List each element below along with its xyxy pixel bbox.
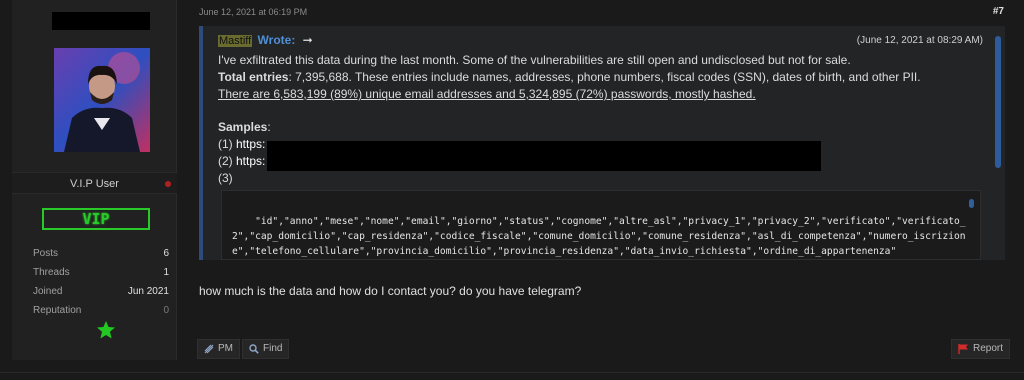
pm-button[interactable]: PM [197,339,240,359]
quote-total-entries: Total entries: 7,395,688. These entries … [218,69,983,86]
quote-text-line: I've exfiltrated this data during the la… [218,53,851,67]
quote-wrote-label: Wrote: [257,33,296,47]
samples-label: Samples [218,120,268,134]
avatar[interactable] [54,48,150,152]
code-scrollbar[interactable] [969,199,974,208]
post-date: June 12, 2021 at 06:19 PM [199,7,308,17]
vip-badge: VIP [42,208,150,230]
redacted-username [52,12,150,30]
samples-colon: : [267,120,271,134]
sample-1-link[interactable]: https: [236,137,265,151]
user-stats: Posts 6 Threads 1 Joined Jun 2021 Reputa… [33,247,169,323]
stat-label: Threads [33,267,70,278]
star-icon [96,320,116,340]
samples-heading: Samples: [218,119,983,136]
stat-value: Jun 2021 [127,286,169,297]
redacted-sample-links [267,141,821,171]
post-number-link[interactable]: #7 [993,6,1004,17]
code-block[interactable]: "id","anno","mese","nome","email","giorn… [221,190,981,260]
total-entries-label: Total entries [218,70,289,84]
pm-label: PM [218,343,233,354]
pm-icon [204,344,214,354]
offline-status-dot [165,181,171,187]
report-label: Report [973,343,1004,354]
stat-label: Joined [33,286,63,297]
stat-value: 1 [163,267,169,278]
jump-to-post-icon[interactable]: ➞ [303,33,313,47]
sample-1-prefix: (1) [218,137,236,151]
quote-block: Mastiff Wrote: ➞ (June 12, 2021 at 08:29… [199,26,1005,260]
sample-2-prefix: (2) [218,154,236,168]
stat-threads: Threads 1 [33,266,169,285]
user-role: V.I.P User [70,178,119,190]
total-entries-text: : 7,395,688. These entries include names… [288,70,921,84]
user-panel: V.I.P User VIP Posts 6 Threads 1 Joined … [12,0,177,360]
sample-3: (3) [218,171,233,185]
find-button[interactable]: Find [242,339,290,359]
stat-label: Posts [33,248,59,259]
user-role-row: V.I.P User [12,172,177,194]
report-button[interactable]: Report [951,339,1011,359]
quote-scrollbar[interactable] [995,36,1001,168]
stat-joined: Joined Jun 2021 [33,285,169,304]
divider [0,372,1024,373]
quote-date: (June 12, 2021 at 08:29 AM) [856,35,983,46]
search-icon [249,344,259,354]
quote-header: Mastiff Wrote: ➞ (June 12, 2021 at 08:29… [218,32,983,50]
stat-value: 0 [163,305,169,316]
code-content: "id","anno","mese","nome","email","giorn… [232,216,966,257]
find-label: Find [263,343,283,354]
post-reply-text: how much is the data and how do I contac… [199,284,582,298]
quote-email-stats: There are 6,583,199 (89%) unique email a… [218,87,756,101]
quote-author[interactable]: Mastiff [218,35,253,47]
sample-2-link[interactable]: https: [236,154,265,168]
stat-value: 6 [163,248,169,259]
stat-label: Reputation [33,305,82,316]
flag-icon [958,344,968,354]
stat-posts: Posts 6 [33,247,169,266]
